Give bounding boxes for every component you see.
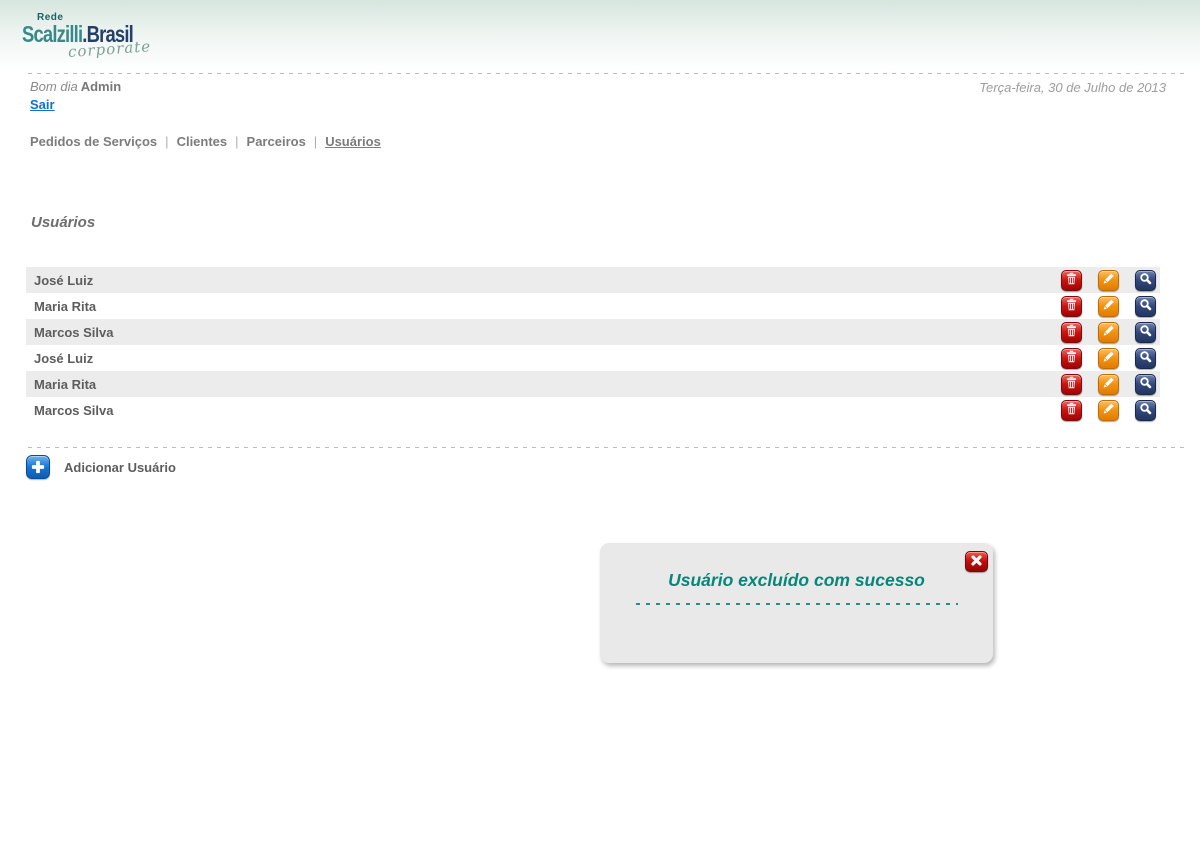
pencil-icon xyxy=(1102,402,1115,418)
user-name: José Luiz xyxy=(26,273,93,288)
page: Rede Scalzilli.Brasil corporate Bom diaA… xyxy=(0,0,1200,862)
table-row: Maria Rita xyxy=(26,371,1160,397)
close-x-icon xyxy=(970,554,983,570)
delete-button[interactable] xyxy=(1061,400,1082,421)
delete-button[interactable] xyxy=(1061,270,1082,291)
pencil-icon xyxy=(1102,376,1115,392)
greeting: Bom diaAdmin Sair xyxy=(30,79,121,112)
trash-icon xyxy=(1065,298,1078,314)
pencil-icon xyxy=(1102,272,1115,288)
edit-button[interactable] xyxy=(1098,348,1119,369)
pencil-icon xyxy=(1102,350,1115,366)
delete-button[interactable] xyxy=(1061,296,1082,317)
logo: Rede Scalzilli.Brasil corporate xyxy=(22,12,202,61)
greeting-username: Admin xyxy=(81,79,121,94)
nav-item-parceiros[interactable]: Parceiros xyxy=(247,134,306,149)
edit-button[interactable] xyxy=(1098,374,1119,395)
trash-icon xyxy=(1065,350,1078,366)
add-user-button[interactable]: Adicionar Usuário xyxy=(26,455,176,479)
magnifier-icon xyxy=(1139,272,1152,288)
pencil-icon xyxy=(1102,298,1115,314)
trash-icon xyxy=(1065,376,1078,392)
magnifier-icon xyxy=(1139,298,1152,314)
add-user-label: Adicionar Usuário xyxy=(64,460,176,475)
message-divider xyxy=(636,603,958,605)
row-actions xyxy=(1061,348,1160,369)
user-table: José Luiz Maria Rita Marcos Silva xyxy=(26,267,1160,423)
user-name: Marcos Silva xyxy=(26,403,114,418)
delete-button[interactable] xyxy=(1061,322,1082,343)
header-divider xyxy=(28,73,1186,74)
magnifier-icon xyxy=(1139,324,1152,340)
table-row: José Luiz xyxy=(26,345,1160,371)
row-actions xyxy=(1061,270,1160,291)
user-name: Maria Rita xyxy=(26,377,96,392)
message-box: Usuário excluído com sucesso xyxy=(600,543,993,663)
main-nav: Pedidos de Serviços | Clientes | Parceiros | U… xyxy=(30,134,381,149)
view-button[interactable] xyxy=(1135,322,1156,343)
table-row: Maria Rita xyxy=(26,293,1160,319)
edit-button[interactable] xyxy=(1098,270,1119,291)
greeting-prefix: Bom dia xyxy=(30,79,78,94)
view-button[interactable] xyxy=(1135,270,1156,291)
current-date: Terça-feira, 30 de Julho de 2013 xyxy=(979,80,1166,95)
row-actions xyxy=(1061,374,1160,395)
edit-button[interactable] xyxy=(1098,296,1119,317)
table-bottom-divider xyxy=(28,447,1186,448)
greeting-line: Bom diaAdmin xyxy=(30,79,121,94)
nav-separator: | xyxy=(314,134,317,149)
magnifier-icon xyxy=(1139,376,1152,392)
magnifier-icon xyxy=(1139,350,1152,366)
row-actions xyxy=(1061,296,1160,317)
table-row: José Luiz xyxy=(26,267,1160,293)
user-name: Maria Rita xyxy=(26,299,96,314)
trash-icon xyxy=(1065,402,1078,418)
nav-item-pedidos-de-servicos[interactable]: Pedidos de Serviços xyxy=(30,134,157,149)
user-name: José Luiz xyxy=(26,351,93,366)
table-row: Marcos Silva xyxy=(26,397,1160,423)
trash-icon xyxy=(1065,272,1078,288)
view-button[interactable] xyxy=(1135,374,1156,395)
view-button[interactable] xyxy=(1135,348,1156,369)
trash-icon xyxy=(1065,324,1078,340)
view-button[interactable] xyxy=(1135,296,1156,317)
magnifier-icon xyxy=(1139,402,1152,418)
user-name: Marcos Silva xyxy=(26,325,114,340)
page-title: Usuários xyxy=(31,214,95,231)
view-button[interactable] xyxy=(1135,400,1156,421)
plus-icon xyxy=(26,455,50,479)
edit-button[interactable] xyxy=(1098,322,1119,343)
edit-button[interactable] xyxy=(1098,400,1119,421)
row-actions xyxy=(1061,400,1160,421)
nav-separator: | xyxy=(235,134,238,149)
table-row: Marcos Silva xyxy=(26,319,1160,345)
nav-separator: | xyxy=(165,134,168,149)
nav-item-clientes[interactable]: Clientes xyxy=(177,134,228,149)
nav-item-usuarios[interactable]: Usuários xyxy=(325,134,381,149)
close-button[interactable] xyxy=(965,551,988,572)
delete-button[interactable] xyxy=(1061,374,1082,395)
logout-link[interactable]: Sair xyxy=(30,97,55,112)
pencil-icon xyxy=(1102,324,1115,340)
status-message: Usuário excluído com sucesso xyxy=(600,570,993,591)
row-actions xyxy=(1061,322,1160,343)
delete-button[interactable] xyxy=(1061,348,1082,369)
